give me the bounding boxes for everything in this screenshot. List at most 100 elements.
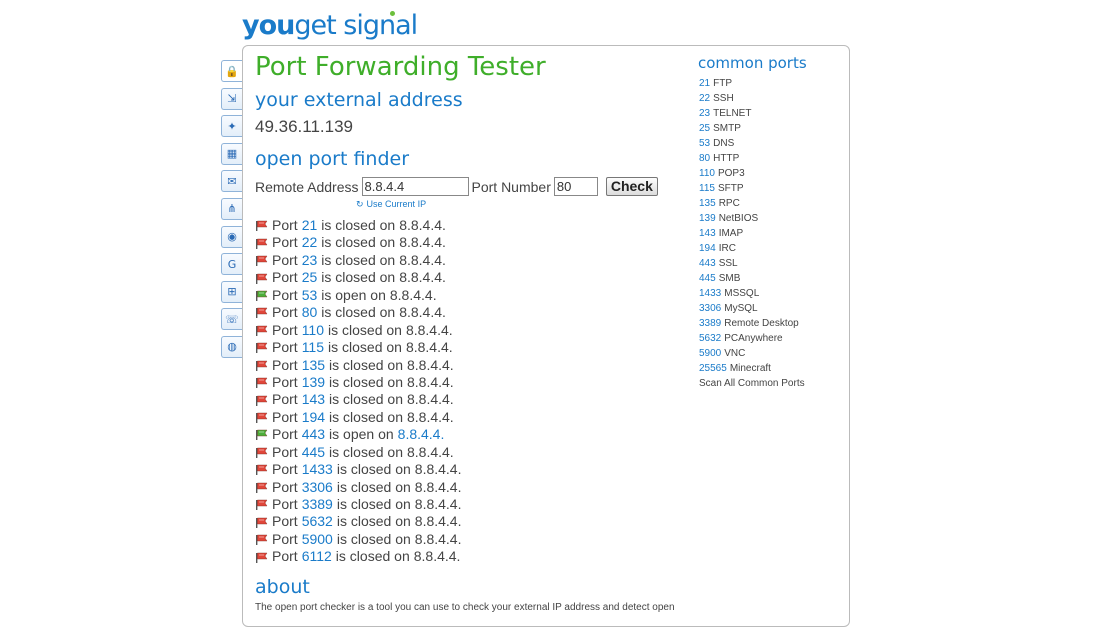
port-result-row: Port 110 is closed on 8.8.4.4. [255,322,461,339]
port-number-link[interactable]: 1433 [302,461,333,478]
port-number-link[interactable]: 3389 [302,496,333,513]
port-number-link[interactable]: 110 [302,322,324,339]
closed-flag-icon [255,273,269,284]
port-number-link[interactable]: 53 [302,287,318,304]
common-port-number[interactable]: 135 [699,198,716,209]
ip-address-text: 8.8.4.4. [399,269,446,286]
whois-tool-tab[interactable]: ◉ [221,225,242,248]
port-result-row: Port 23 is closed on 8.8.4.4. [255,252,461,269]
port-number-link[interactable]: 443 [302,426,325,443]
common-port-item[interactable]: 110 POP3 [699,166,805,181]
port-number-link[interactable]: 194 [302,409,325,426]
calendar-tool-tab[interactable]: ▦ [221,142,242,165]
common-port-number[interactable]: 5900 [699,348,721,359]
port-number-link[interactable]: 139 [302,374,325,391]
common-port-item[interactable]: 139 NetBIOS [699,211,805,226]
common-port-number[interactable]: 110 [699,168,715,179]
common-port-item[interactable]: 143 IMAP [699,226,805,241]
mail-tool-tab[interactable]: ✉ [221,170,242,193]
port-prefix: Port [272,304,298,321]
port-number-link[interactable]: 135 [302,357,325,374]
common-port-item[interactable]: 22 SSH [699,91,805,106]
common-port-number[interactable]: 3389 [699,318,721,329]
port-result-row: Port 80 is closed on 8.8.4.4. [255,304,461,321]
common-port-item[interactable]: 25 SMTP [699,121,805,136]
location-tool-tab[interactable]: ✦ [221,115,242,138]
trace-tool-tab[interactable]: ⇲ [221,87,242,110]
closed-flag-icon [255,255,269,267]
phone-tool-tab[interactable]: ☏ [221,308,242,331]
use-current-ip-link[interactable]: ↻ Use Current IP [356,199,426,210]
common-port-item[interactable]: 53 DNS [699,136,805,151]
common-port-number[interactable]: 443 [699,258,716,269]
common-port-number[interactable]: 1433 [699,288,721,299]
common-port-number[interactable]: 80 [699,153,710,164]
google-tool-tab[interactable]: G [221,253,242,276]
port-number-link[interactable]: 6112 [302,548,332,565]
remote-address-input[interactable] [361,177,469,196]
common-port-number[interactable]: 194 [699,243,716,254]
windows-tool-tab[interactable]: ⊞ [221,280,242,303]
common-port-number[interactable]: 5632 [699,333,721,344]
port-status-text: is closed on [329,408,403,425]
port-number-link[interactable]: 115 [302,339,324,356]
common-port-number[interactable]: 139 [699,213,716,224]
common-port-item[interactable]: 443 SSL [699,256,805,271]
common-port-item[interactable]: 80 HTTP [699,151,805,166]
port-result-row: Port 22 is closed on 8.8.4.4. [255,234,461,251]
common-port-item[interactable]: 445 SMB [699,271,805,286]
common-port-item[interactable]: 21 FTP [699,76,805,91]
open-port-finder-heading: open port finder [255,148,410,170]
mail-icon: ✉ [227,174,237,188]
common-port-number[interactable]: 115 [699,183,715,194]
common-port-number[interactable]: 53 [699,138,710,149]
common-port-number[interactable]: 25565 [699,363,727,374]
port-number-link[interactable]: 143 [302,391,325,408]
common-port-item[interactable]: 1433 MSSQL [699,286,805,301]
site-logo[interactable]: youget signal [242,6,418,46]
port-result-row: Port 5632 is closed on 8.8.4.4. [255,513,461,530]
ip-address-text: 8.8.4.4. [406,408,454,425]
common-port-service: SMB [718,273,741,284]
port-number-link[interactable]: 22 [302,234,318,251]
port-number-link[interactable]: 21 [302,217,318,234]
common-port-item[interactable]: 115 SFTP [699,181,805,196]
port-number-link[interactable]: 3306 [302,479,333,496]
common-port-number[interactable]: 22 [699,93,710,104]
check-button[interactable]: Check [605,177,658,196]
port-result-row: Port 445 is closed on 8.8.4.4. [255,444,461,461]
common-port-number[interactable]: 21 [699,78,710,89]
port-number-link[interactable]: 5900 [302,531,333,548]
lock-tool-tab[interactable]: 🔒 [221,60,242,82]
port-number-link[interactable]: 80 [302,304,318,321]
globe-tool-tab[interactable]: ◍ [221,335,242,358]
logo-get-signal: get signal [294,10,418,41]
common-port-item[interactable]: 5900 VNC [699,346,805,361]
common-port-item[interactable]: 5632 PCAnywhere [699,331,805,346]
common-port-service: POP3 [717,168,745,179]
port-result-row: Port 115 is closed on 8.8.4.4. [255,339,461,356]
common-port-number[interactable]: 3306 [699,303,721,314]
port-number-input[interactable] [553,177,598,196]
port-status-text: is closed on [329,356,403,373]
common-port-item[interactable]: 135 RPC [699,196,805,211]
port-number-link[interactable]: 445 [302,444,325,461]
common-port-number[interactable]: 445 [699,273,716,284]
port-status-text: is closed on [329,391,403,408]
common-port-service: TELNET [713,108,752,119]
common-port-number[interactable]: 23 [699,108,710,119]
common-port-item[interactable]: 194 IRC [699,241,805,256]
common-port-item[interactable]: 23 TELNET [699,106,805,121]
port-result-row: Port 143 is closed on 8.8.4.4. [255,391,461,408]
common-port-item[interactable]: 3306 MySQL [699,301,805,316]
scan-all-common-ports-link[interactable]: Scan All Common Ports [699,376,805,391]
common-port-item[interactable]: 25565 Minecraft [699,361,805,376]
common-port-item[interactable]: 3389 Remote Desktop [699,316,805,331]
port-number-link[interactable]: 25 [302,269,318,286]
port-number-link[interactable]: 23 [302,252,318,269]
ip-address-link[interactable]: 8.8.4.4. [398,426,445,443]
network-tool-tab[interactable]: ⋔ [221,197,242,220]
port-number-link[interactable]: 5632 [302,513,333,530]
common-port-number[interactable]: 143 [699,228,716,239]
common-port-number[interactable]: 25 [699,123,710,134]
